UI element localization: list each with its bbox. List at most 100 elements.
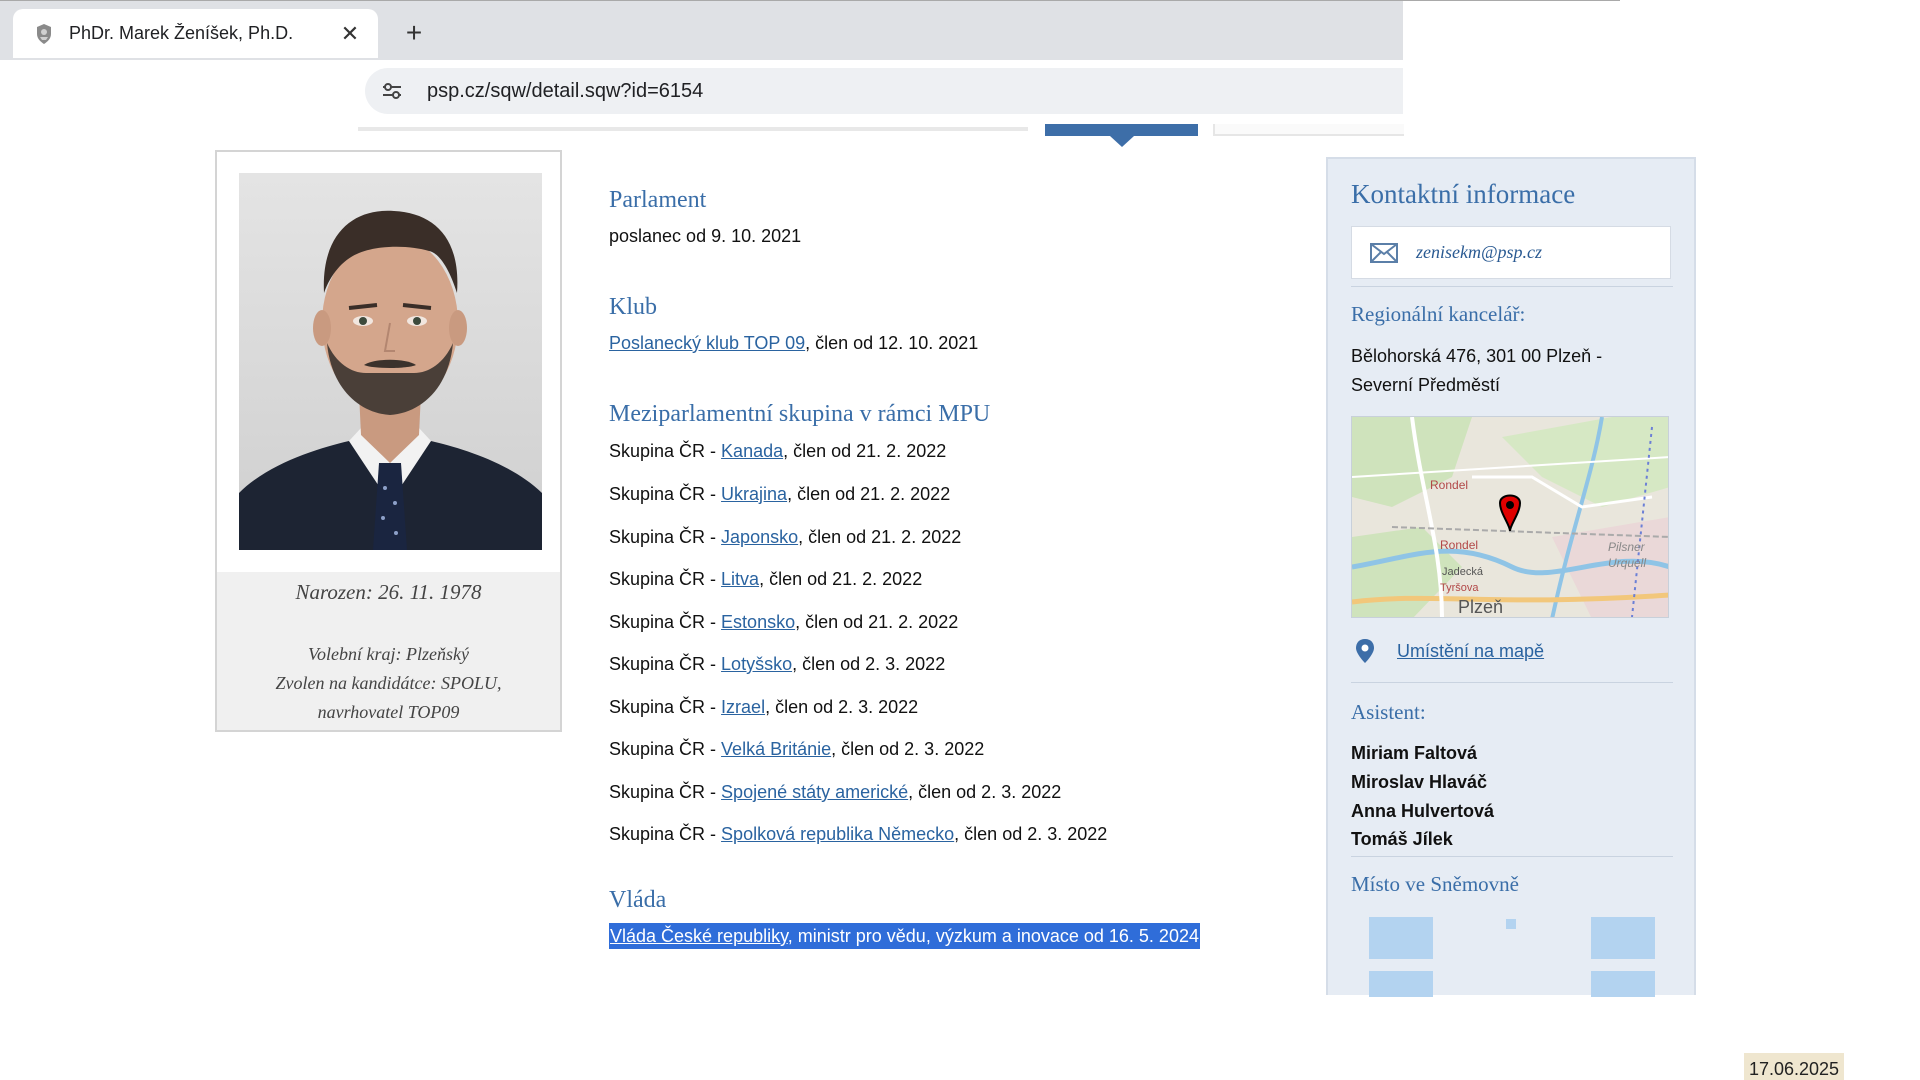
divider bbox=[1351, 856, 1673, 857]
url-text: psp.cz/sqw/detail.sqw?id=6154 bbox=[427, 79, 704, 102]
close-tab-icon[interactable]: ✕ bbox=[338, 21, 362, 47]
mpu-prefix: Skupina ČR - bbox=[609, 824, 722, 844]
klub-since: , člen od 12. 10. 2021 bbox=[805, 333, 979, 353]
map-label: Jadecká bbox=[1442, 566, 1484, 578]
section-title-parlament: Parlament bbox=[609, 187, 707, 213]
divider bbox=[1351, 286, 1673, 287]
district-line: Volební kraj: Plzeňský bbox=[308, 644, 469, 664]
election-info: Volební kraj: Plzeňský Zvolen na kandidá… bbox=[217, 640, 560, 727]
assistant-name: Miriam Faltová bbox=[1351, 743, 1478, 763]
photo-frame bbox=[217, 152, 560, 572]
window-edge bbox=[1403, 0, 1620, 1]
nav-tab-right[interactable] bbox=[1213, 124, 1404, 136]
map-location-link[interactable]: Umístění na mapě bbox=[1397, 641, 1544, 662]
address-bar[interactable]: psp.cz/sqw/detail.sqw?id=6154 bbox=[365, 68, 1403, 114]
vlada-link[interactable]: Vláda České republiky bbox=[610, 926, 788, 946]
birth-date: Narozen: 26. 11. 1978 bbox=[295, 580, 482, 604]
mpu-prefix: Skupina ČR - bbox=[609, 697, 722, 717]
nominator-line: navrhovatel TOP09 bbox=[317, 702, 460, 722]
nav-underline bbox=[358, 127, 1028, 131]
assistant-name: Tomáš Jílek bbox=[1351, 829, 1453, 849]
regional-office-title: Regionální kancelář: bbox=[1351, 302, 1526, 326]
contact-title: Kontaktní informace bbox=[1351, 179, 1576, 209]
profile-card: Narozen: 26. 11. 1978 Volební kraj: Plze… bbox=[215, 150, 562, 732]
klub-membership: Poslanecký klub TOP 09, člen od 12. 10. … bbox=[609, 333, 978, 354]
office-map[interactable]: Rondel Rondel Jadecká Tyršova Plzeň Pils… bbox=[1351, 416, 1669, 618]
mpu-item: Skupina ČR - Kanada, člen od 21. 2. 2022 bbox=[609, 441, 946, 462]
mpu-prefix: Skupina ČR - bbox=[609, 441, 722, 461]
vlada-membership: Vláda České republiky, ministr pro vědu,… bbox=[609, 923, 1200, 949]
office-address: Bělohorská 476, 301 00 Plzeň - Severní P… bbox=[1351, 342, 1671, 400]
mpu-prefix: Skupina ČR - bbox=[609, 654, 722, 674]
mpu-country-link[interactable]: Kanada bbox=[721, 441, 783, 461]
mpu-prefix: Skupina ČR - bbox=[609, 612, 722, 632]
mpu-since: , člen od 2. 3. 2022 bbox=[792, 654, 946, 674]
mpu-country-link[interactable]: Spolková republika Německo bbox=[721, 824, 954, 844]
new-tab-button[interactable]: + bbox=[396, 15, 432, 51]
nav-active-arrow bbox=[1110, 136, 1134, 147]
mpu-item: Skupina ČR - Spojené státy americké, čle… bbox=[609, 782, 1061, 803]
psp-crest-icon bbox=[33, 23, 55, 45]
mpu-prefix: Skupina ČR - bbox=[609, 739, 722, 759]
nav-active-tab[interactable] bbox=[1045, 124, 1198, 136]
mpu-since: , člen od 21. 2. 2022 bbox=[783, 441, 947, 461]
section-title-mpu: Meziparlamentní skupina v rámci MPU bbox=[609, 401, 991, 427]
parlament-membership: poslanec od 9. 10. 2021 bbox=[609, 226, 802, 246]
mpu-country-link[interactable]: Izrael bbox=[721, 697, 765, 717]
map-label: Plzeň bbox=[1458, 597, 1503, 617]
mpu-country-link[interactable]: Spojené státy americké bbox=[721, 782, 908, 802]
map-label: Tyršova bbox=[1440, 582, 1479, 594]
mpu-prefix: Skupina ČR - bbox=[609, 782, 722, 802]
seat-block bbox=[1369, 917, 1433, 959]
map-label: Rondel bbox=[1430, 478, 1468, 492]
mpu-country-link[interactable]: Estonsko bbox=[721, 612, 795, 632]
contact-sidebar: Kontaktní informace zenisekm@psp.cz Regi… bbox=[1326, 157, 1696, 997]
mpu-country-link[interactable]: Lotyšsko bbox=[721, 654, 792, 674]
assistant-name: Anna Hulvertová bbox=[1351, 801, 1495, 821]
mpu-since: , člen od 2. 3. 2022 bbox=[908, 782, 1062, 802]
map-label: Pilsner bbox=[1608, 540, 1646, 554]
mpu-prefix: Skupina ČR - bbox=[609, 484, 722, 504]
map-link-row: Umístění na mapě bbox=[1351, 637, 1544, 665]
email-link[interactable]: zenisekm@psp.cz bbox=[1416, 242, 1542, 263]
mpu-country-link[interactable]: Velká Británie bbox=[721, 739, 831, 759]
mpu-country-link[interactable]: Japonsko bbox=[721, 527, 798, 547]
mpu-item: Skupina ČR - Spolková republika Německo,… bbox=[609, 824, 1107, 845]
mpu-since: , člen od 2. 3. 2022 bbox=[954, 824, 1108, 844]
klub-link[interactable]: Poslanecký klub TOP 09 bbox=[609, 333, 805, 353]
seat-marker bbox=[1506, 919, 1516, 929]
assistant-title: Asistent: bbox=[1351, 700, 1426, 724]
section-title-klub: Klub bbox=[609, 294, 657, 320]
map-label: Rondel bbox=[1440, 538, 1478, 552]
envelope-icon bbox=[1370, 242, 1398, 264]
mpu-prefix: Skupina ČR - bbox=[609, 527, 722, 547]
browser-tab[interactable]: PhDr. Marek Ženíšek, Ph.D. ✕ bbox=[13, 9, 378, 58]
mpu-country-link[interactable]: Ukrajina bbox=[721, 484, 787, 504]
toolbar: psp.cz/sqw/detail.sqw?id=6154 bbox=[0, 60, 1403, 122]
section-title-vlada: Vláda bbox=[609, 887, 667, 913]
tab-bar: PhDr. Marek Ženíšek, Ph.D. ✕ + bbox=[0, 0, 1403, 60]
mpu-since: , člen od 21. 2. 2022 bbox=[787, 484, 951, 504]
address-line: Bělohorská 476, 301 00 Plzeň - bbox=[1351, 346, 1603, 366]
mpu-since: , člen od 21. 2. 2022 bbox=[798, 527, 962, 547]
mpu-since: , člen od 21. 2. 2022 bbox=[759, 569, 923, 589]
mpu-item: Skupina ČR - Velká Británie, člen od 2. … bbox=[609, 739, 984, 760]
mpu-item: Skupina ČR - Estonsko, člen od 21. 2. 20… bbox=[609, 612, 958, 633]
seat-block bbox=[1369, 971, 1433, 997]
seat-block bbox=[1591, 971, 1655, 997]
mpu-item: Skupina ČR - Ukrajina, člen od 21. 2. 20… bbox=[609, 484, 950, 505]
address-line: Severní Předměstí bbox=[1351, 375, 1501, 395]
assistant-name: Miroslav Hlaváč bbox=[1351, 772, 1488, 792]
divider bbox=[1351, 682, 1673, 683]
mpu-since: , člen od 2. 3. 2022 bbox=[831, 739, 985, 759]
email-box[interactable]: zenisekm@psp.cz bbox=[1351, 226, 1671, 279]
mpu-item: Skupina ČR - Litva, člen od 21. 2. 2022 bbox=[609, 569, 922, 590]
candidate-list-line: Zvolen na kandidátce: SPOLU, bbox=[275, 673, 502, 693]
selected-text: Vláda České republiky, ministr pro vědu,… bbox=[609, 923, 1200, 949]
date-stamp: 17.06.2025 bbox=[1744, 1053, 1844, 1080]
vlada-role: , ministr pro vědu, výzkum a inovace od … bbox=[787, 926, 1199, 946]
mpu-country-link[interactable]: Litva bbox=[721, 569, 759, 589]
site-settings-icon[interactable] bbox=[377, 76, 407, 106]
mpu-item: Skupina ČR - Japonsko, člen od 21. 2. 20… bbox=[609, 527, 961, 548]
mpu-since: , člen od 21. 2. 2022 bbox=[795, 612, 959, 632]
